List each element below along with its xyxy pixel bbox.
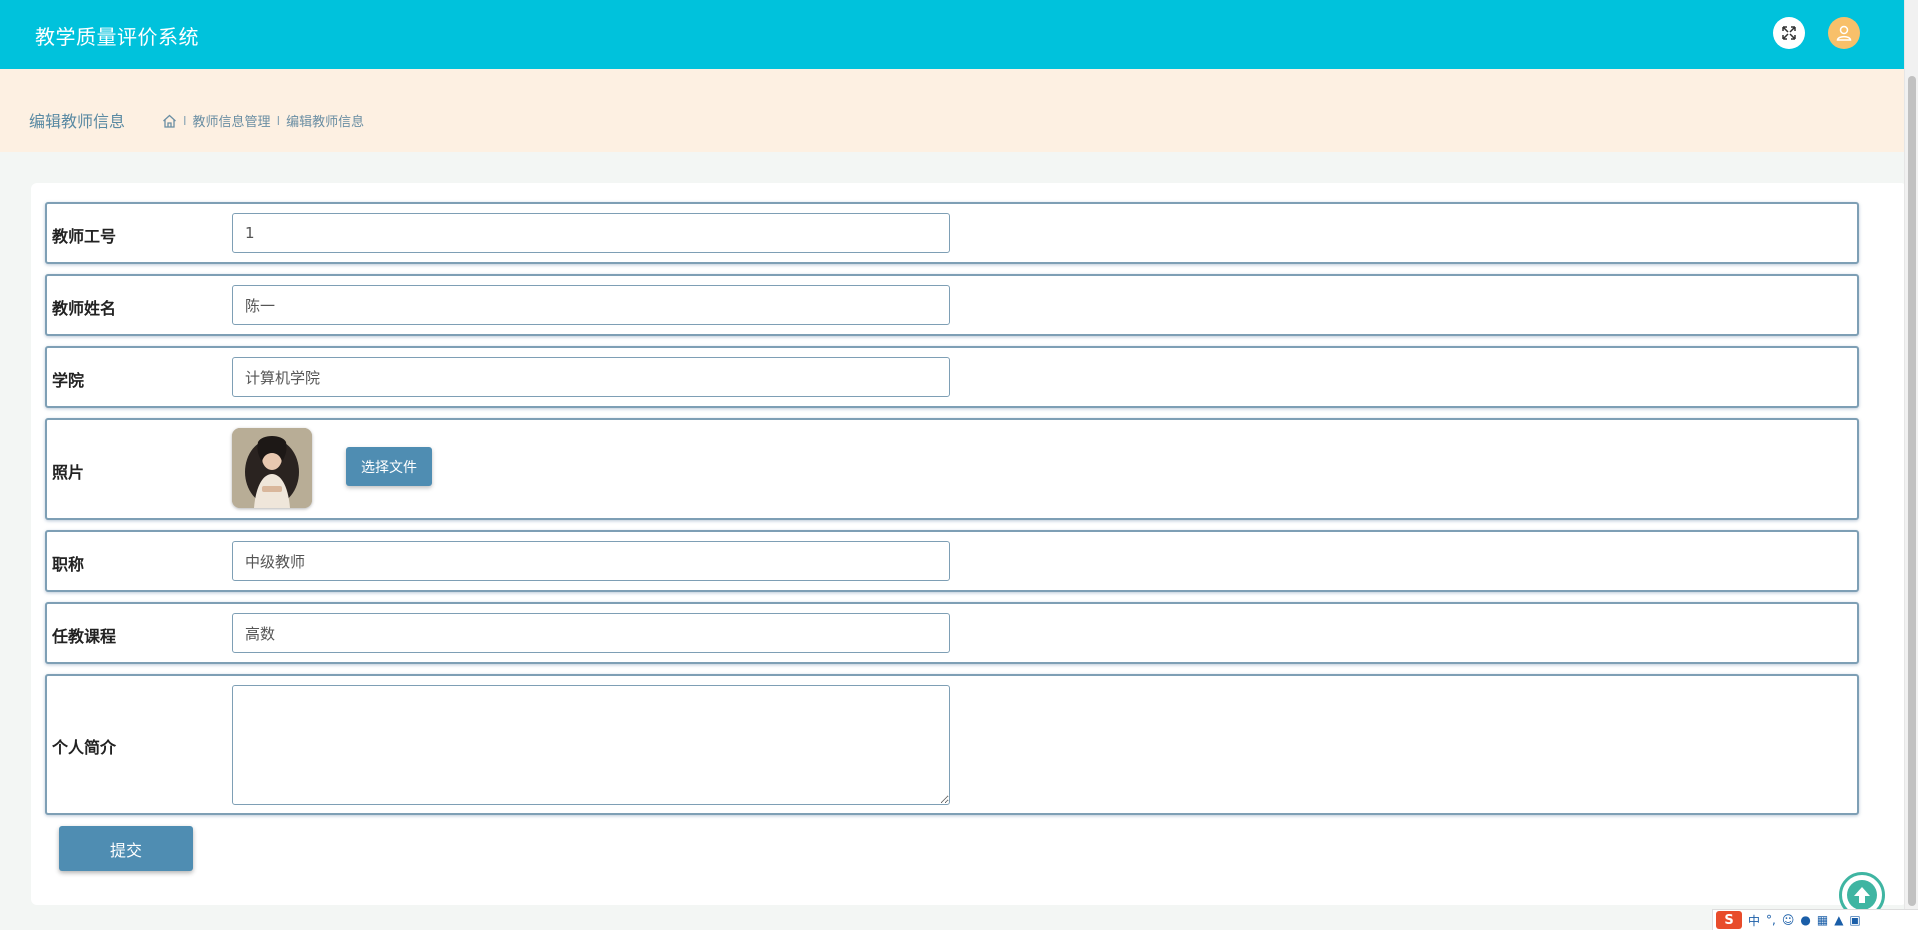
bio-label: 个人简介 <box>52 738 117 757</box>
course-input[interactable] <box>232 613 950 653</box>
user-avatar-button[interactable] <box>1828 17 1860 49</box>
form-row-photo: 照片 选择文件 <box>45 418 1859 520</box>
choose-file-button[interactable]: 选择文件 <box>346 447 432 486</box>
microphone-icon[interactable]: ● <box>1800 913 1810 927</box>
app-title: 教学质量评价系统 <box>35 25 199 49</box>
top-header: 教学质量评价系统 <box>0 0 1904 69</box>
page-title: 编辑教师信息 <box>29 112 126 131</box>
form-row-teacher-id: 教师工号 <box>45 202 1859 264</box>
fullscreen-button[interactable] <box>1773 17 1805 49</box>
form-row-college: 学院 <box>45 346 1859 408</box>
teacher-id-input[interactable] <box>232 213 950 253</box>
expand-icon <box>1782 26 1796 40</box>
skin-icon[interactable]: ▲ <box>1834 913 1843 927</box>
page-scrollbar[interactable] <box>1904 0 1918 930</box>
form-row-course: 任教课程 <box>45 602 1859 664</box>
teacher-id-label: 教师工号 <box>52 227 117 246</box>
user-icon <box>1836 25 1852 41</box>
arrow-up-icon <box>1847 880 1877 910</box>
submit-button[interactable]: 提交 <box>59 826 193 871</box>
breadcrumb: I 教师信息管理 I 编辑教师信息 <box>162 111 364 130</box>
college-input[interactable] <box>232 357 950 397</box>
teacher-photo <box>232 428 312 508</box>
form-card: 教师工号 教师姓名 学院 照片 选择文件 职称 任教课程 <box>31 183 1907 905</box>
breadcrumb-item-teacher-management[interactable]: 教师信息管理 <box>193 111 271 130</box>
teacher-name-label: 教师姓名 <box>52 299 117 318</box>
ime-toolbar: S 中 °, ☺ ● ▦ ▲ ▣ <box>1712 909 1918 930</box>
toolbox-icon[interactable]: ▣ <box>1849 913 1860 927</box>
job-title-input[interactable] <box>232 541 950 581</box>
emoji-icon[interactable]: ☺ <box>1782 913 1795 927</box>
course-label: 任教课程 <box>52 627 117 646</box>
keyboard-icon[interactable]: ▦ <box>1817 913 1828 927</box>
college-label: 学院 <box>52 371 85 390</box>
breadcrumb-bar: 编辑教师信息 I 教师信息管理 I 编辑教师信息 <box>0 69 1904 152</box>
ime-mode-indicator[interactable]: 中 <box>1748 912 1760 929</box>
scrollbar-thumb[interactable] <box>1908 76 1916 906</box>
breadcrumb-item-edit-teacher: 编辑教师信息 <box>286 115 365 130</box>
punctuation-icon[interactable]: °, <box>1766 913 1776 927</box>
breadcrumb-separator: I <box>276 113 281 128</box>
home-icon[interactable] <box>162 114 177 128</box>
bio-textarea[interactable] <box>232 685 950 805</box>
teacher-name-input[interactable] <box>232 285 950 325</box>
photo-label: 照片 <box>52 463 85 482</box>
breadcrumb-separator: I <box>183 113 187 128</box>
form-row-bio: 个人简介 <box>45 674 1859 815</box>
sogou-logo-icon[interactable]: S <box>1716 911 1742 929</box>
form-row-title: 职称 <box>45 530 1859 592</box>
form-row-teacher-name: 教师姓名 <box>45 274 1859 336</box>
job-title-label: 职称 <box>52 555 85 574</box>
